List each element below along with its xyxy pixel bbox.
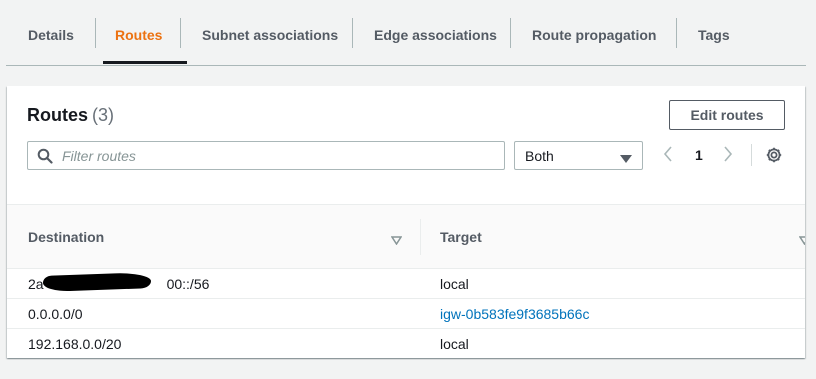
routes-panel: Routes (3) Edit routes Filter routes Both…: [7, 86, 805, 358]
sort-icon[interactable]: [390, 232, 403, 250]
chevron-left-icon[interactable]: [663, 146, 673, 167]
table-row[interactable]: 0.0.0.0/0 igw-0b583fe9f3685b66c: [7, 299, 805, 329]
route-type-value: Both: [525, 148, 554, 164]
destination-prefix: 2a: [28, 276, 44, 292]
destination-cell: 192.168.0.0/20: [28, 336, 122, 352]
column-divider[interactable]: [420, 219, 421, 255]
tab-bar: Details Routes Subnet associations Edge …: [6, 0, 806, 66]
tab-details[interactable]: Details: [28, 0, 74, 64]
tab-separator: [180, 18, 181, 48]
table-row[interactable]: 192.168.0.0/20 local: [7, 329, 805, 358]
tab-route-propagation[interactable]: Route propagation: [532, 0, 656, 64]
route-count: (3): [92, 105, 115, 125]
target-link[interactable]: igw-0b583fe9f3685b66c: [440, 306, 589, 322]
tab-routes[interactable]: Routes: [115, 0, 162, 64]
column-header-destination[interactable]: Destination: [28, 229, 104, 245]
pager-divider: [751, 144, 752, 166]
page-number[interactable]: 1: [695, 147, 703, 163]
route-type-select[interactable]: Both: [514, 141, 643, 170]
tab-tags[interactable]: Tags: [698, 0, 730, 64]
target-cell: igw-0b583fe9f3685b66c: [440, 306, 589, 322]
panel-title: Routes (3): [27, 105, 114, 126]
search-icon: [37, 148, 53, 169]
gear-icon[interactable]: [765, 146, 783, 169]
filter-placeholder: Filter routes: [62, 148, 136, 164]
edit-routes-button[interactable]: Edit routes: [669, 100, 785, 130]
routes-table: Destination Target 2a 00::/56 local 0.0.0…: [7, 204, 805, 358]
destination-cell: 0.0.0.0/0: [28, 306, 83, 322]
chevron-right-icon[interactable]: [723, 146, 733, 167]
target-cell: local: [440, 276, 469, 292]
table-header: Destination Target: [7, 204, 805, 269]
tab-separator: [676, 18, 677, 48]
column-header-target[interactable]: Target: [440, 229, 482, 245]
filter-routes-input[interactable]: Filter routes: [27, 141, 505, 170]
sort-icon[interactable]: [798, 232, 805, 250]
table-row[interactable]: 2a 00::/56 local: [7, 269, 805, 299]
tab-edge-associations[interactable]: Edge associations: [374, 0, 497, 64]
tab-separator: [510, 18, 511, 48]
tab-separator: [95, 18, 96, 48]
tab-separator: [352, 18, 353, 48]
target-cell: local: [440, 336, 469, 352]
active-tab-indicator: [103, 61, 187, 64]
panel-title-text: Routes: [27, 105, 89, 125]
destination-suffix: 00::/56: [166, 276, 210, 292]
tab-subnet-associations[interactable]: Subnet associations: [202, 0, 338, 64]
caret-down-icon: [620, 151, 632, 169]
